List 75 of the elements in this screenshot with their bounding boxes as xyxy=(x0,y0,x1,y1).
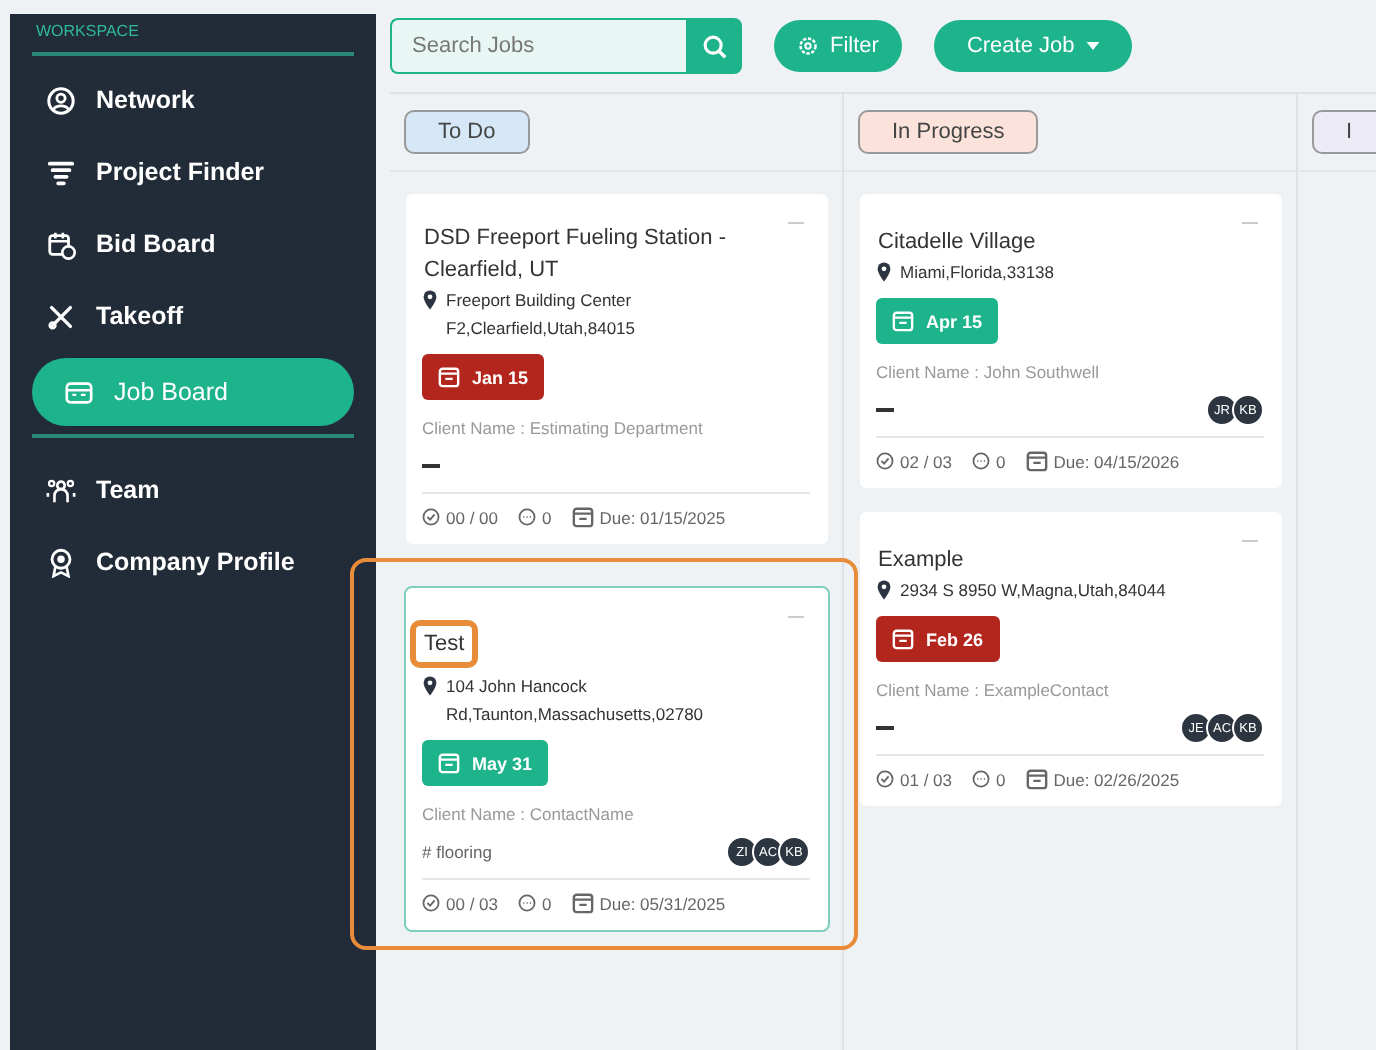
calendar-icon xyxy=(571,506,594,528)
comment-count: 0 xyxy=(542,893,552,913)
due-date: Due: 01/15/2025 xyxy=(599,507,726,527)
comment-icon xyxy=(972,452,990,470)
search-field[interactable]: Search Jobs xyxy=(390,18,686,74)
team-icon xyxy=(46,475,76,505)
date-badge: Jan 15 xyxy=(422,354,545,400)
task-count: 00 / 00 xyxy=(446,507,498,527)
due-date: Due: 04/15/2026 xyxy=(1053,451,1180,471)
task-count: 02 / 03 xyxy=(900,451,952,471)
date-badge: May 31 xyxy=(422,740,549,786)
funnel-icon xyxy=(46,157,76,187)
date-badge: Feb 26 xyxy=(876,616,1000,662)
location-pin-icon xyxy=(876,262,892,282)
sidebar-item[interactable]: Team xyxy=(32,454,354,526)
calendar-icon xyxy=(892,628,914,650)
job-address: Miami,Florida,33138 xyxy=(900,260,1055,286)
calendar-icon xyxy=(46,229,76,259)
client-name: Client Name : ExampleContact xyxy=(876,680,1111,700)
job-address: Freeport Building Center F2,Clearfield,Utah,84015 xyxy=(446,288,638,342)
dash-mark xyxy=(876,408,894,412)
client-name: Client Name : John Southwell xyxy=(876,362,1102,382)
check-circle-icon xyxy=(422,508,440,526)
dash-mark xyxy=(422,464,440,468)
comment-count: 0 xyxy=(996,451,1006,471)
search-button[interactable] xyxy=(686,18,742,74)
column-title: I xyxy=(1312,110,1376,154)
job-title: DSD Freeport Fueling Station - Clearfield, UT xyxy=(422,224,729,286)
calendar-icon xyxy=(438,752,460,774)
comment-count: 0 xyxy=(996,769,1006,789)
location-pin-icon xyxy=(422,290,438,310)
check-circle-icon xyxy=(876,770,894,788)
job-title: Example xyxy=(876,546,966,576)
comment-icon xyxy=(518,894,536,912)
sidebar-item[interactable]: Project Finder xyxy=(32,136,354,208)
check-circle-icon xyxy=(876,452,894,470)
comment-icon xyxy=(972,770,990,788)
task-count: 00 / 03 xyxy=(446,893,498,913)
column-title: To Do xyxy=(404,110,530,154)
date-badge: Apr 15 xyxy=(876,298,999,344)
column-title: In Progress xyxy=(858,110,1039,154)
sidebar-item[interactable]: Company Profile xyxy=(32,526,354,598)
caret-icon xyxy=(1086,42,1101,50)
calendar-icon xyxy=(438,366,460,388)
job-title: Test xyxy=(410,620,479,668)
dash-mark xyxy=(876,726,894,730)
calendar-icon xyxy=(1025,768,1048,790)
calendar-icon xyxy=(571,892,594,914)
job-tag: # flooring xyxy=(422,842,492,862)
search-icon xyxy=(701,33,727,59)
task-count: 01 / 03 xyxy=(900,769,952,789)
job-card[interactable]: DSD Freeport Fueling Station - Clearfield, UT Freeport Building Center F2,Clearfield,Utah,84015 Jan 15 Client Name : Estimating Department 00 / 00 0 Due: 01/15/2025 xyxy=(404,192,830,546)
due-date: Due: 02/26/2025 xyxy=(1053,769,1180,789)
user-icon xyxy=(46,85,76,115)
calendar-icon xyxy=(892,310,914,332)
award-badge-icon xyxy=(46,547,76,577)
section-heading: WORKSPACE xyxy=(34,22,141,40)
job-address: 2934 S 8950 W,Magna,Utah,84044 xyxy=(900,578,1166,604)
due-date: Due: 05/31/2025 xyxy=(599,893,726,913)
sidebar-item[interactable]: Takeoff xyxy=(32,280,354,352)
client-name: Client Name : ContactName xyxy=(422,804,636,824)
board-icon xyxy=(64,377,94,407)
job-title: Citadelle Village xyxy=(876,228,1038,258)
location-pin-icon xyxy=(422,676,438,696)
sidebar-item[interactable]: Bid Board xyxy=(32,208,354,280)
tools-icon xyxy=(46,301,76,331)
client-name: Client Name : Estimating Department xyxy=(422,418,705,438)
comment-icon xyxy=(518,508,536,526)
calendar-icon xyxy=(1025,450,1048,472)
comment-count: 0 xyxy=(542,507,552,527)
location-pin-icon xyxy=(876,580,892,600)
check-circle-icon xyxy=(422,894,440,912)
job-address: 104 John Hancock Rd,Taunton,Massachusetts,02780 xyxy=(446,674,706,728)
sidebar-item[interactable]: Network xyxy=(32,64,354,136)
gear-icon xyxy=(798,36,818,56)
